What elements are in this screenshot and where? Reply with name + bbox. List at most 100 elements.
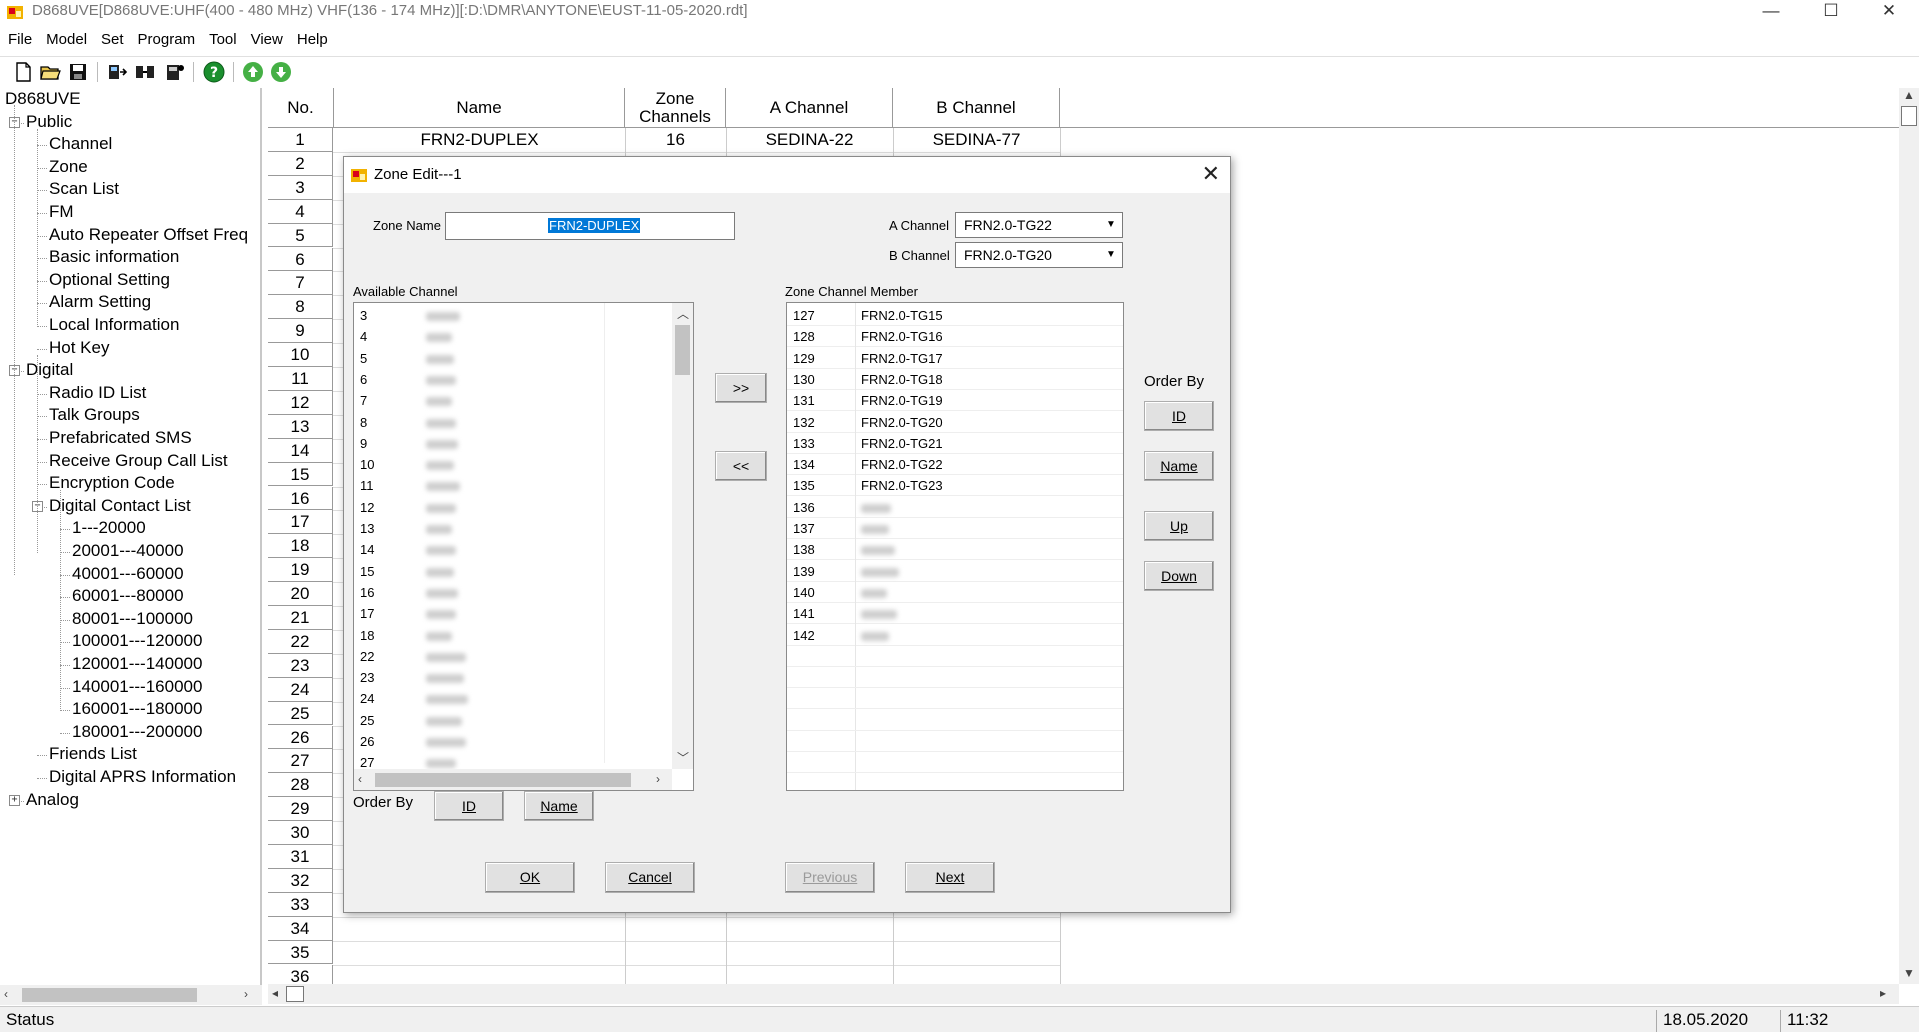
row-number[interactable]: 25 (268, 701, 333, 726)
row-number[interactable]: 31 (268, 845, 333, 869)
menu-help[interactable]: Help (289, 28, 328, 54)
tree-item-auto-repeater-offset-freq[interactable]: Auto Repeater Offset Freq (49, 225, 248, 245)
list-item[interactable]: 16 (354, 582, 670, 603)
header-no[interactable]: No. (268, 88, 334, 128)
next-button[interactable]: Next (905, 862, 995, 893)
cell-zone-channels[interactable]: 16 (625, 128, 726, 152)
list-item[interactable]: 136 (787, 497, 1123, 518)
row-number[interactable]: 16 (268, 486, 333, 511)
list-item[interactable]: 131 FRN2.0-TG19 (787, 390, 1123, 412)
list-item[interactable]: 13 (354, 518, 670, 539)
tree-item-scan-list[interactable]: Scan List (49, 179, 119, 199)
row-number[interactable]: 22 (268, 629, 333, 654)
a-channel-select[interactable]: FRN2.0-TG22 ▼ (955, 212, 1123, 238)
dialog-close-icon[interactable]: ✕ (1202, 161, 1220, 187)
row-number[interactable]: 33 (268, 892, 333, 917)
list-item[interactable]: 132 FRN2.0-TG20 (787, 412, 1123, 433)
remove-channel-button[interactable]: << (715, 451, 767, 481)
move-down-button[interactable]: Down (1144, 561, 1214, 591)
list-item[interactable]: 11 (354, 475, 670, 496)
row-number[interactable]: 14 (268, 438, 333, 463)
list-item[interactable]: 137 (787, 518, 1123, 539)
list-item[interactable]: 8 (354, 412, 670, 433)
cell-b-channel[interactable]: SEDINA-77 (893, 128, 1060, 152)
radio-info-icon[interactable] (163, 61, 185, 83)
help-icon[interactable]: ? (203, 61, 225, 83)
open-folder-icon[interactable] (39, 61, 61, 83)
row-number[interactable]: 9 (268, 319, 333, 344)
tree-item-channel[interactable]: Channel (49, 134, 112, 154)
row-number[interactable]: 5 (268, 223, 333, 248)
list-item[interactable]: 24 (354, 688, 670, 709)
upload-icon[interactable] (242, 61, 264, 83)
list-item[interactable]: 134 FRN2.0-TG22 (787, 454, 1123, 476)
list-item[interactable]: 18 (354, 625, 670, 646)
scroll-down-arrow-icon[interactable]: ▼ (1903, 966, 1915, 980)
tree-item-prefabricated-sms[interactable]: Prefabricated SMS (49, 428, 192, 448)
menu-set[interactable]: Set (93, 28, 124, 54)
row-number[interactable]: 28 (268, 773, 333, 798)
row-number[interactable]: 12 (268, 390, 333, 415)
list-item[interactable]: 140 (787, 582, 1123, 603)
row-number[interactable]: 26 (268, 725, 333, 750)
tree-horizontal-scrollbar[interactable]: ‹ › (0, 985, 262, 1005)
row-number[interactable]: 2 (268, 151, 333, 176)
table-vscroll-thumb[interactable] (1901, 106, 1917, 126)
row-number[interactable]: 10 (268, 343, 333, 367)
available-order-by-id-button[interactable]: ID (434, 791, 504, 821)
tree-analog[interactable]: Analog (26, 790, 79, 810)
row-number[interactable]: 7 (268, 271, 333, 296)
move-up-button[interactable]: Up (1144, 511, 1214, 541)
tree-item-alarm-setting[interactable]: Alarm Setting (49, 292, 151, 312)
row-number[interactable]: 6 (268, 247, 333, 272)
tree-digital[interactable]: Digital (26, 360, 73, 380)
row-number[interactable]: 17 (268, 510, 333, 535)
download-icon[interactable] (270, 61, 292, 83)
tree-item-fm[interactable]: FM (49, 202, 74, 222)
tree-item-optional-setting[interactable]: Optional Setting (49, 270, 170, 290)
scroll-left-arrow-icon[interactable]: ◂ (272, 986, 278, 1000)
row-number[interactable]: 3 (268, 175, 333, 200)
tree-contact-range[interactable]: 180001---200000 (72, 722, 202, 742)
row-number[interactable]: 24 (268, 677, 333, 702)
tree-contact-range[interactable]: 140001---160000 (72, 677, 202, 697)
header-name[interactable]: Name (334, 88, 625, 128)
tree-contact-range[interactable]: 20001---40000 (72, 541, 184, 561)
menu-file[interactable]: File (0, 28, 32, 54)
menu-tool[interactable]: Tool (201, 28, 237, 54)
row-number[interactable]: 30 (268, 821, 333, 845)
row-number[interactable]: 11 (268, 367, 333, 391)
scroll-up-arrow-icon[interactable]: ▲ (1903, 88, 1915, 102)
header-zone-channels[interactable]: Zone Channels (625, 88, 726, 128)
list-item[interactable]: 22 (354, 646, 670, 667)
b-channel-select[interactable]: FRN2.0-TG20 ▼ (955, 242, 1123, 268)
new-file-icon[interactable] (12, 61, 34, 83)
tree-contact-range[interactable]: 120001---140000 (72, 654, 202, 674)
table-hscroll-thumb[interactable] (286, 986, 304, 1002)
tree-contact-range[interactable]: 160001---180000 (72, 699, 202, 719)
list-item[interactable]: 139 (787, 561, 1123, 582)
row-number[interactable]: 4 (268, 199, 333, 224)
previous-button[interactable]: Previous (785, 862, 875, 893)
chevron-down-icon[interactable]: ▼ (1101, 244, 1121, 266)
scroll-right-arrow-icon[interactable]: › (244, 987, 248, 1001)
cell-name[interactable]: FRN2-DUPLEX (334, 128, 625, 152)
tree-item-digital-aprs-information[interactable]: Digital APRS Information (49, 767, 236, 787)
row-number[interactable]: 32 (268, 868, 333, 893)
list-item[interactable]: 128 FRN2.0-TG16 (787, 326, 1123, 348)
cell-a-channel[interactable]: SEDINA-22 (726, 128, 893, 152)
scroll-left-arrow-icon[interactable]: ‹ (4, 987, 8, 1001)
table-horizontal-scrollbar[interactable]: ◂ ▸ (268, 984, 1899, 1004)
tree-root[interactable]: D868UVE (5, 89, 81, 109)
tree-item-basic-information[interactable]: Basic information (49, 247, 179, 267)
header-b-channel[interactable]: B Channel (893, 88, 1060, 128)
row-number[interactable]: 15 (268, 462, 333, 487)
row-number[interactable]: 36 (268, 964, 333, 984)
available-list-hscroll[interactable]: ‹ › (354, 769, 672, 790)
list-item[interactable]: 5 (354, 348, 670, 369)
row-number[interactable]: 27 (268, 749, 333, 774)
write-radio-icon[interactable] (134, 61, 156, 83)
list-item[interactable]: 17 (354, 603, 670, 624)
zone-member-list[interactable]: 127 FRN2.0-TG15 128 FRN2.0-TG16 129 FRN2.0-TG… (786, 302, 1124, 791)
list-item[interactable]: 142 (787, 625, 1123, 646)
